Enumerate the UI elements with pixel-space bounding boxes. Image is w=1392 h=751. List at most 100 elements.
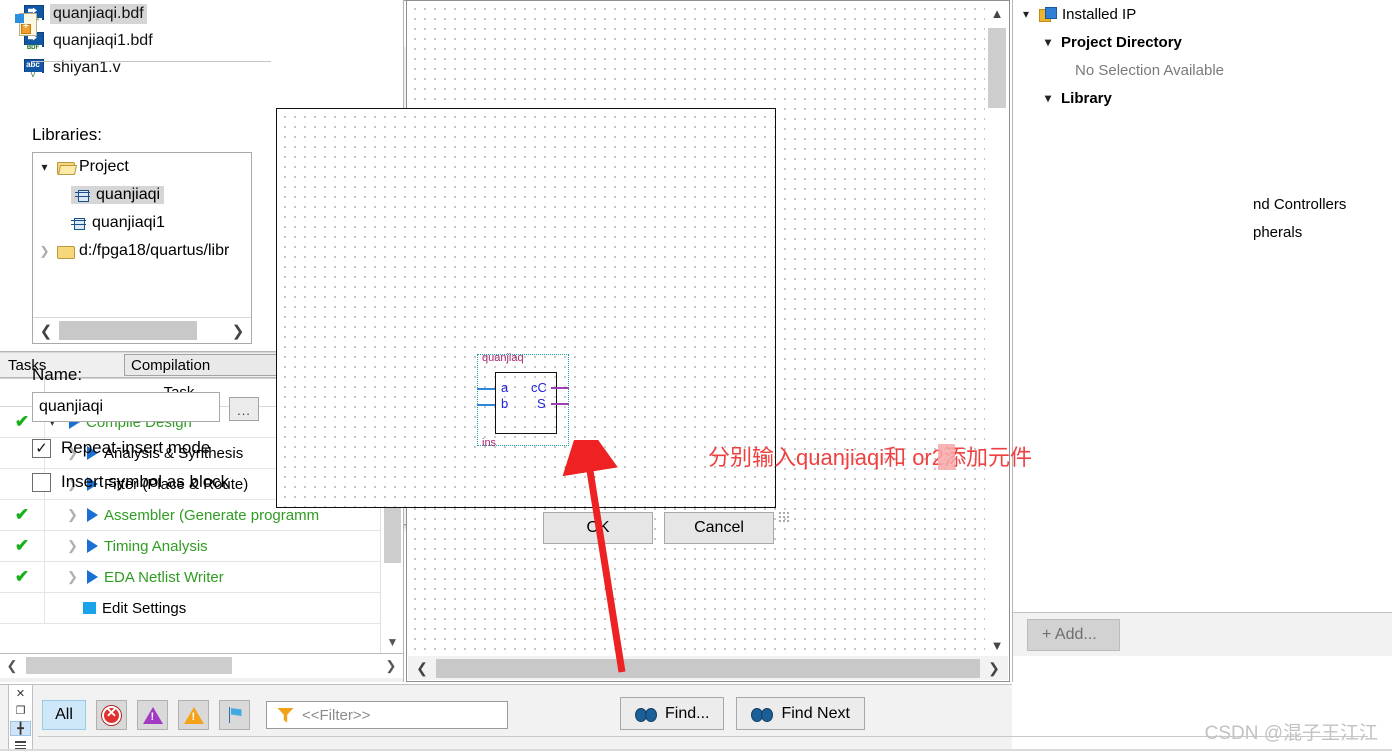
restore-icon[interactable]: ❐ <box>10 704 31 717</box>
name-label: Name: <box>32 365 83 384</box>
repeat-insert-mode-label: Repeat-insert mode <box>61 438 211 457</box>
info-filter-button[interactable] <box>219 700 250 730</box>
ip-tree-item[interactable]: pherals <box>1013 218 1302 246</box>
ip-item-label: Library <box>1061 89 1112 107</box>
find-next-button[interactable]: Find Next <box>736 697 865 730</box>
panel-control-strip[interactable]: ✕ ❐ ╋ <box>8 684 33 751</box>
scroll-left-icon[interactable]: ❮ <box>0 658 24 674</box>
chevron-right-icon[interactable]: ❯ <box>37 244 52 258</box>
tree-item-project[interactable]: ▾ Project <box>33 153 251 181</box>
canvas-vertical-scrollbar[interactable]: ▲ ▼ <box>986 2 1008 656</box>
list-item[interactable]: BDF quanjiaqi.bdf <box>0 0 403 27</box>
scrollbar-track[interactable] <box>24 654 379 678</box>
symbol-graphic: quanjiaq ins a b cC S <box>477 352 569 449</box>
insert-as-block-checkbox[interactable] <box>32 472 51 492</box>
repeat-insert-mode-checkbox[interactable]: ✓ <box>32 438 51 458</box>
critical-warning-icon <box>142 706 163 724</box>
scroll-down-icon[interactable]: ▼ <box>381 631 403 653</box>
annotation-text: 分别输入quanjiaqi和 or2添加元件 <box>708 445 1032 470</box>
symbol-icon <box>15 11 39 37</box>
output-pin-wire <box>551 387 569 389</box>
scroll-left-icon[interactable]: ❮ <box>33 322 59 340</box>
ip-item-label: No Selection Available <box>1075 61 1224 79</box>
chevron-right-icon[interactable]: ❯ <box>67 569 81 585</box>
find-button[interactable]: Find... <box>620 697 725 730</box>
cancel-button[interactable]: Cancel <box>664 512 774 544</box>
scroll-up-icon[interactable]: ▲ <box>986 2 1008 24</box>
table-row[interactable]: ✔ ❯ EDA Netlist Writer <box>0 562 403 593</box>
find-next-button-label: Find Next <box>781 704 850 722</box>
repeat-insert-mode-row[interactable]: ✓ Repeat-insert mode <box>32 438 210 458</box>
tree-item-library-path[interactable]: ❯ d:/fpga18/quartus/libr <box>33 237 251 265</box>
libraries-tree[interactable]: ▾ Project quanjiaqi quanjiaqi1 ❯ d:/fpga… <box>32 152 252 344</box>
tree-item-label: quanjiaqi1 <box>92 214 165 231</box>
pin-icon[interactable]: ╋ <box>10 721 31 736</box>
task-label: Timing Analysis <box>104 537 208 555</box>
filter-input[interactable]: <<Filter>> <box>266 701 508 729</box>
name-input[interactable]: quanjiaqi <box>32 392 220 422</box>
ip-catalog-panel[interactable]: ▾ Installed IP ▾ Project Directory No Se… <box>1012 0 1392 682</box>
add-button[interactable]: + Add... <box>1027 618 1120 651</box>
task-label: Edit Settings <box>102 599 187 617</box>
scrollbar-track[interactable] <box>436 656 980 680</box>
status-check: ✔ <box>0 531 45 561</box>
insert-as-block-row[interactable]: Insert symbol as block <box>32 472 229 492</box>
ip-tree-item[interactable]: ▾ Installed IP <box>1013 0 1392 28</box>
tree-item-label: d:/fpga18/quartus/libr <box>79 242 230 259</box>
error-filter-button[interactable] <box>96 700 127 730</box>
folder-open-icon <box>57 161 75 175</box>
run-icon[interactable] <box>87 570 98 584</box>
binoculars-icon <box>751 706 774 722</box>
scroll-down-icon[interactable]: ▼ <box>986 634 1008 656</box>
filter-all-button[interactable]: All <box>42 700 86 730</box>
scrollbar-track[interactable] <box>59 318 225 343</box>
ip-item-label: Project Directory <box>1061 33 1182 51</box>
scrollbar-thumb[interactable] <box>436 659 980 678</box>
scroll-left-icon[interactable]: ❮ <box>408 660 436 677</box>
warning-filter-button[interactable] <box>178 700 209 730</box>
input-pin-label: a <box>501 380 509 395</box>
info-flag-icon <box>226 706 244 724</box>
table-row[interactable]: ✔ ❯ Timing Analysis <box>0 531 403 562</box>
browse-button[interactable]: ... <box>229 397 259 421</box>
tree-item-quanjiaqi[interactable]: quanjiaqi <box>33 181 251 209</box>
ip-tree-item[interactable]: nd Controllers <box>1013 190 1346 218</box>
table-row[interactable]: Edit Settings <box>0 593 403 624</box>
warning-icon <box>183 706 204 724</box>
scrollbar-thumb[interactable] <box>988 28 1006 108</box>
insert-as-block-label: Insert symbol as block <box>61 472 230 491</box>
chevron-down-icon[interactable]: ▾ <box>1041 91 1055 105</box>
error-icon <box>102 705 121 725</box>
symbol-preview[interactable]: quanjiaq ins a b cC S <box>276 108 776 508</box>
scroll-right-icon[interactable]: ❯ <box>379 658 403 674</box>
tree-item-quanjiaqi1[interactable]: quanjiaqi1 <box>33 209 251 237</box>
scrollbar-thumb[interactable] <box>59 321 197 340</box>
input-pin-wire <box>477 388 495 390</box>
resize-grip[interactable] <box>778 511 790 523</box>
file-name: quanjiaqi.bdf <box>50 3 147 24</box>
libraries-horizontal-scrollbar[interactable]: ❮ ❯ <box>33 317 251 343</box>
chip-icon <box>75 188 90 203</box>
chevron-down-icon[interactable]: ▾ <box>1019 7 1033 21</box>
annotation-arrow-icon <box>562 440 626 673</box>
find-button-label: Find... <box>665 704 710 722</box>
critical-warning-filter-button[interactable] <box>137 700 168 730</box>
scroll-right-icon[interactable]: ❯ <box>980 660 1008 677</box>
ip-icon <box>1039 6 1057 22</box>
chevron-right-icon[interactable]: ❯ <box>67 538 81 554</box>
run-icon[interactable] <box>87 539 98 553</box>
tasks-horizontal-scrollbar[interactable]: ❮ ❯ <box>0 654 403 678</box>
chip-icon <box>71 216 86 231</box>
tree-item-label: Project <box>79 158 129 175</box>
chevron-down-icon[interactable]: ▾ <box>1041 35 1055 49</box>
canvas-horizontal-scrollbar[interactable]: ❮ ❯ <box>408 656 1008 680</box>
ip-tree-item[interactable]: ▾ Project Directory <box>1013 28 1392 56</box>
scrollbar-thumb[interactable] <box>26 657 232 674</box>
close-icon[interactable]: ✕ <box>10 687 31 700</box>
find-button-group: Find... Find Next <box>620 697 865 730</box>
symbol-instance-label: ins <box>482 437 497 449</box>
scroll-right-icon[interactable]: ❯ <box>225 322 251 340</box>
watermark: CSDN @混子王江江 <box>1204 723 1378 744</box>
ip-tree-item[interactable]: ▾ Library <box>1013 84 1392 112</box>
chevron-down-icon[interactable]: ▾ <box>37 160 52 174</box>
